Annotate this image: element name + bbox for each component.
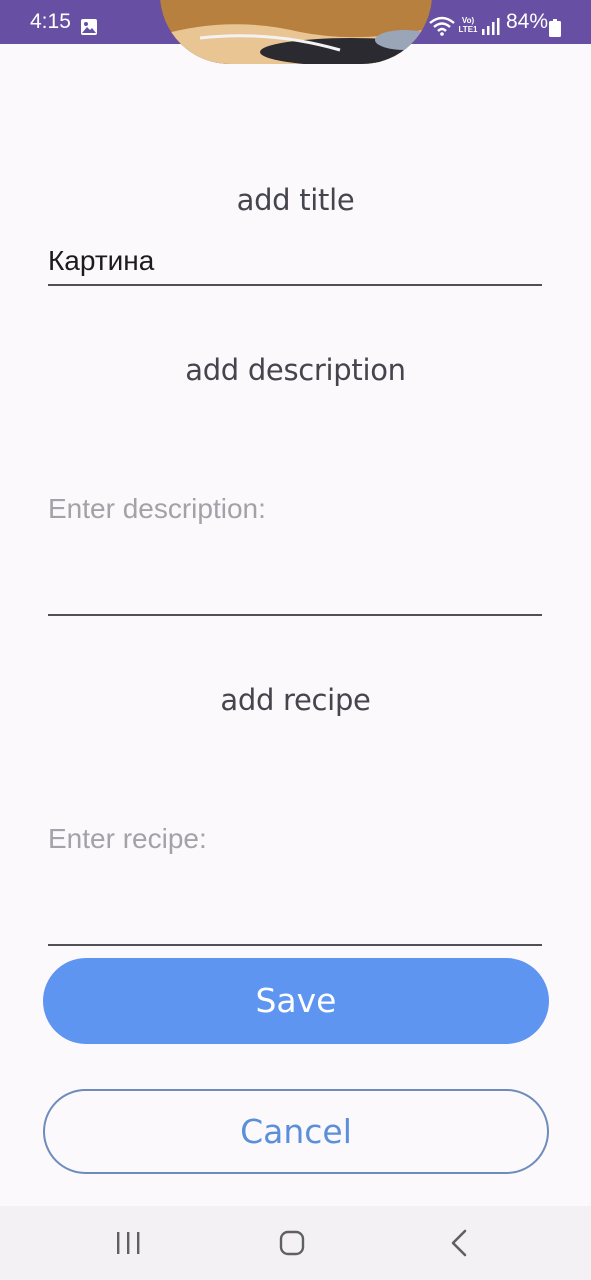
wifi-icon bbox=[429, 16, 455, 36]
cancel-button[interactable]: Cancel bbox=[43, 1089, 549, 1174]
title-input-value: Картина bbox=[48, 245, 155, 276]
description-heading: add description bbox=[185, 353, 406, 387]
gallery-icon bbox=[81, 19, 97, 35]
title-input[interactable]: Картина bbox=[48, 234, 542, 286]
battery-icon bbox=[549, 19, 561, 37]
back-icon[interactable] bbox=[441, 1228, 477, 1258]
description-placeholder: Enter description: bbox=[48, 493, 266, 524]
recipe-photo[interactable] bbox=[160, 0, 432, 64]
recent-apps-icon[interactable] bbox=[110, 1228, 146, 1258]
recipe-input[interactable]: Enter recipe: bbox=[48, 750, 542, 946]
save-button[interactable]: Save bbox=[43, 958, 549, 1044]
title-heading: add title bbox=[236, 183, 355, 217]
recipe-photo-graphic bbox=[160, 0, 432, 64]
status-time: 4:15 bbox=[30, 10, 71, 33]
home-icon[interactable] bbox=[275, 1228, 311, 1258]
recipe-heading: add recipe bbox=[220, 683, 371, 717]
description-input[interactable]: Enter description: bbox=[48, 420, 542, 616]
signal-icon bbox=[482, 18, 500, 35]
battery-percent: 84% bbox=[506, 10, 549, 33]
recipe-placeholder: Enter recipe: bbox=[48, 823, 207, 854]
navigation-bar bbox=[0, 1206, 591, 1280]
volte-icon: Vo) LTE1 bbox=[458, 16, 478, 34]
